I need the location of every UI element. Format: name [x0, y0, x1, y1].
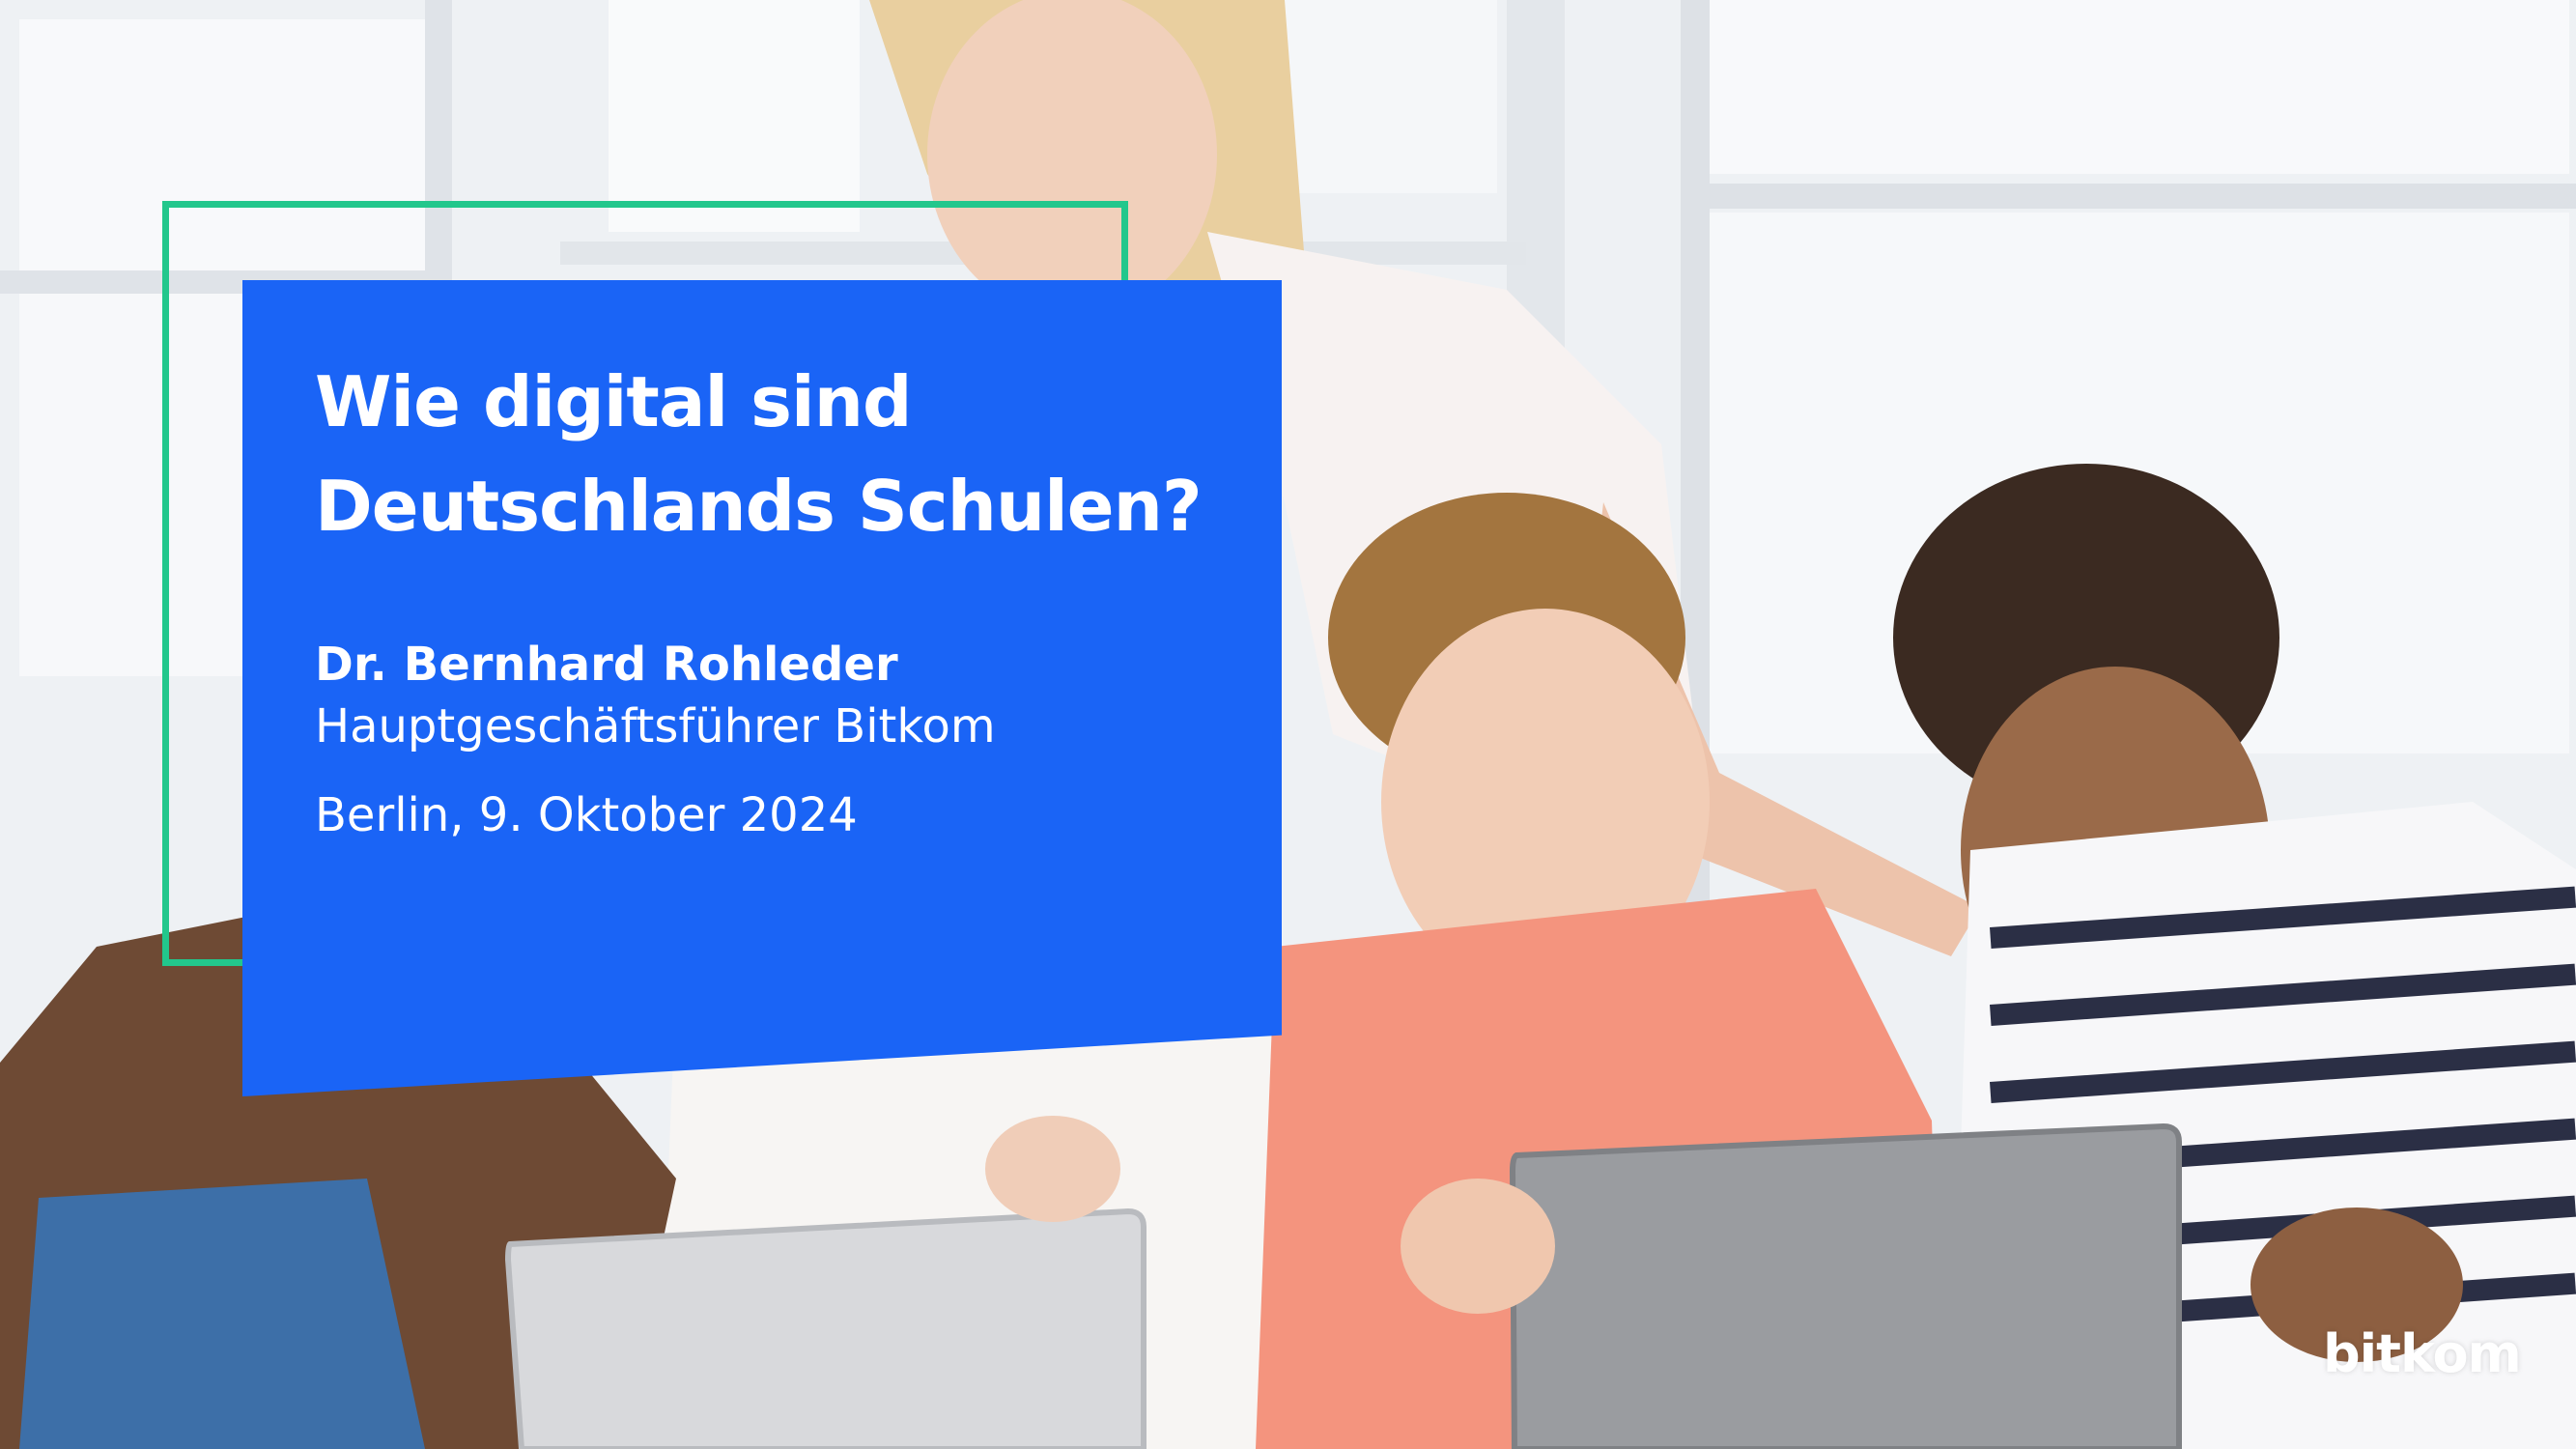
- speaker-role: Hauptgeschäftsführer Bitkom: [315, 699, 996, 753]
- bitkom-logo: bitkom: [2323, 1323, 2522, 1384]
- title-panel: Wie digital sind Deutschlands Schulen? D…: [242, 280, 1282, 1096]
- slide-title-line-1: Wie digital sind: [315, 361, 913, 442]
- title-slide: Wie digital sind Deutschlands Schulen? D…: [0, 0, 2576, 1449]
- slide-title: Wie digital sind Deutschlands Schulen?: [315, 350, 1242, 558]
- speaker-name: Dr. Bernhard Rohleder: [315, 638, 898, 692]
- slide-title-line-2: Deutschlands Schulen?: [315, 466, 1203, 547]
- event-location-date: Berlin, 9. Oktober 2024: [315, 788, 858, 842]
